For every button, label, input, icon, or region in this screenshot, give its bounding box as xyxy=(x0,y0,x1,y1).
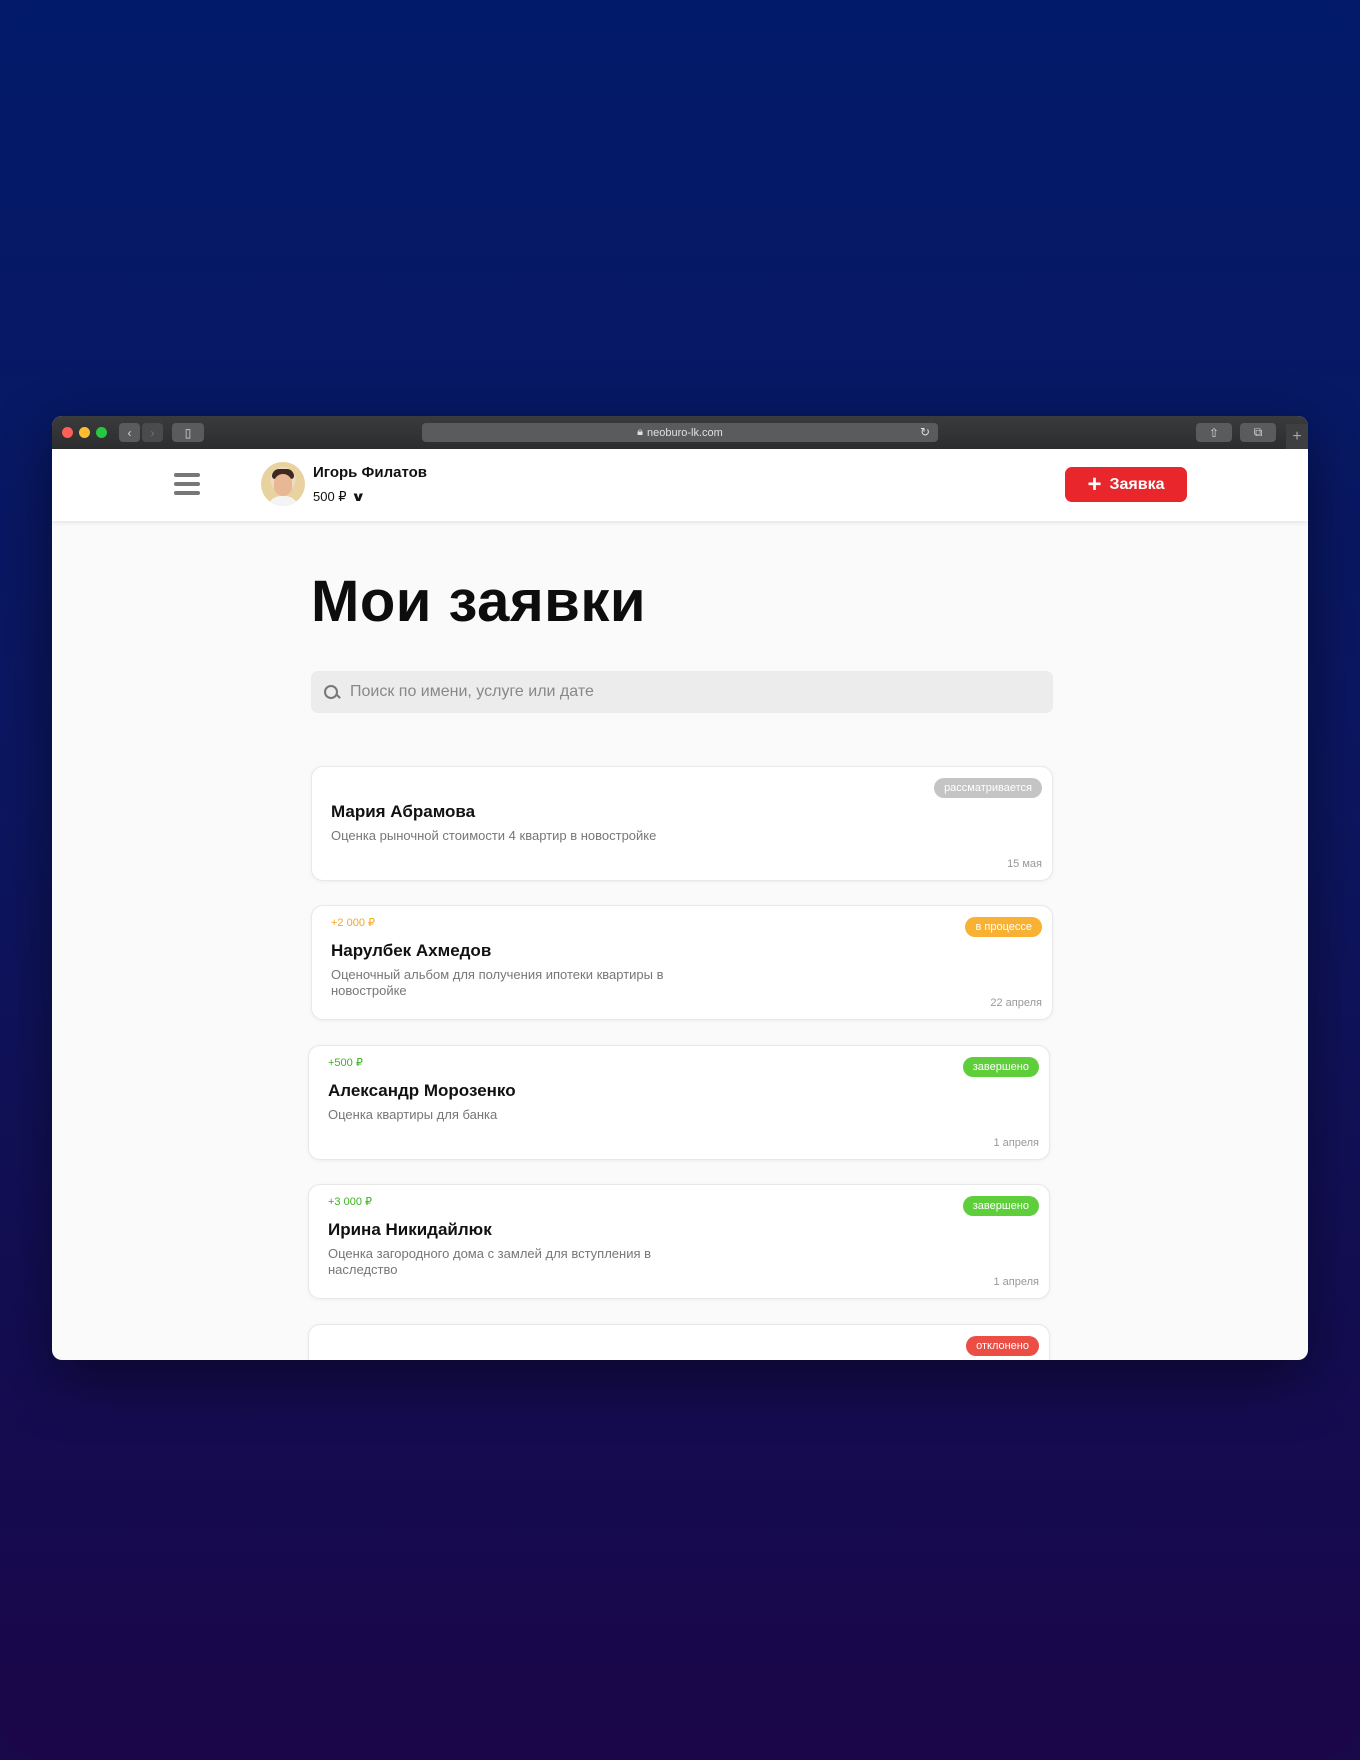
new-request-button[interactable]: + Заявка xyxy=(1065,467,1187,502)
request-card[interactable]: Мария Абрамова Оценка рыночной стоимости … xyxy=(311,766,1053,881)
search-placeholder: Поиск по имени, услуге или дате xyxy=(350,683,594,700)
request-client-name: Александр Морозенко xyxy=(328,1081,516,1100)
close-window-button[interactable] xyxy=(62,427,73,438)
request-description: Оценка квартиры для банка xyxy=(328,1107,498,1122)
request-date: 1 апреля xyxy=(993,1137,1040,1149)
url-text: neoburo-lk.com xyxy=(647,426,723,439)
sidebar-icon: ▯ xyxy=(184,425,192,440)
request-date: 1 апреля xyxy=(993,1276,1040,1288)
status-badge: завершено xyxy=(962,1057,1039,1077)
sidebar-toggle-button[interactable]: ▯ xyxy=(172,423,204,442)
status-badge: отклонено xyxy=(966,1336,1039,1356)
request-card[interactable]: +2 000 ₽ Нарулбек Ахмедов Оценочный альбом… xyxy=(311,905,1053,1020)
new-tab-button[interactable]: + xyxy=(1286,424,1308,449)
address-bar[interactable]: 🔒︎ neoburo-lk.com ↻ xyxy=(422,423,938,442)
forward-button[interactable]: › xyxy=(142,423,163,442)
request-bonus: +3 000 ₽ xyxy=(328,1196,373,1208)
avatar[interactable] xyxy=(261,462,305,506)
search-input[interactable]: Поиск по имени, услуге или дате xyxy=(311,671,1053,713)
chevron-left-icon: ‹ xyxy=(127,425,132,440)
lock-icon: 🔒︎ xyxy=(637,426,644,438)
request-date: 15 мая xyxy=(1007,858,1042,870)
tabs-overview-button[interactable]: ⧉ xyxy=(1240,423,1276,442)
request-card[interactable]: Ирина НикидайлюкОценка загородного дома … xyxy=(308,1324,1050,1360)
browser-window: ‹ › ▯ 🔒︎ neoburo-lk.com ↻ ⇧ ⧉ + Игорь Фи… xyxy=(52,416,1308,1360)
request-client-name: Нарулбек Ахмедов xyxy=(331,941,492,960)
status-badge: в процессе xyxy=(965,917,1042,937)
chevron-right-icon: › xyxy=(150,425,155,440)
main-content: Мои заявки Поиск по имени, услуге или да… xyxy=(52,521,1308,1360)
status-badge: рассматривается xyxy=(934,778,1042,798)
request-description: Оценочный альбом для получения ипотеки к… xyxy=(331,967,664,998)
request-description: Оценка рыночной стоимости 4 квартир в но… xyxy=(331,828,657,843)
app-header: Игорь Филатов 500 ₽ ∨ + Заявка xyxy=(52,449,1308,521)
back-button[interactable]: ‹ xyxy=(119,423,140,442)
balance-dropdown[interactable]: 500 ₽ ∨ xyxy=(313,489,366,505)
page-title: Мои заявки xyxy=(311,569,647,634)
request-card[interactable]: +3 000 ₽ Ирина Никидайлюк Оценка загородно… xyxy=(308,1184,1050,1299)
request-bonus: +2 000 ₽ xyxy=(331,917,376,929)
browser-titlebar: ‹ › ▯ 🔒︎ neoburo-lk.com ↻ ⇧ ⧉ + xyxy=(52,416,1308,449)
minimize-window-button[interactable] xyxy=(79,427,90,438)
user-name: Игорь Филатов xyxy=(313,464,427,481)
background-frame: ‹ › ▯ 🔒︎ neoburo-lk.com ↻ ⇧ ⧉ + Игорь Фи… xyxy=(0,0,1360,1760)
plus-icon: + xyxy=(1087,470,1102,498)
share-button[interactable]: ⇧ xyxy=(1196,423,1232,442)
plus-icon: + xyxy=(1292,427,1302,445)
reload-icon[interactable]: ↻ xyxy=(920,425,930,439)
share-icon: ⇧ xyxy=(1208,425,1220,440)
request-bonus: +500 ₽ xyxy=(328,1057,363,1069)
hamburger-menu-icon[interactable] xyxy=(174,473,200,495)
request-card[interactable]: +500 ₽ Александр Морозенко Оценка квартиры… xyxy=(308,1045,1050,1160)
maximize-window-button[interactable] xyxy=(96,427,107,438)
request-description: Оценка загородного дома с замлей для вст… xyxy=(328,1246,652,1277)
new-request-label: Заявка xyxy=(1109,475,1165,493)
request-client-name: Мария Абрамова xyxy=(331,802,476,821)
tabs-icon: ⧉ xyxy=(1253,425,1263,439)
search-icon xyxy=(324,685,338,699)
request-date: 22 апреля xyxy=(990,997,1042,1009)
chevron-down-icon: ∨ xyxy=(350,489,366,504)
status-badge: завершено xyxy=(962,1196,1039,1216)
balance-value: 500 ₽ xyxy=(313,489,347,504)
request-client-name: Ирина Никидайлюк xyxy=(328,1220,492,1239)
